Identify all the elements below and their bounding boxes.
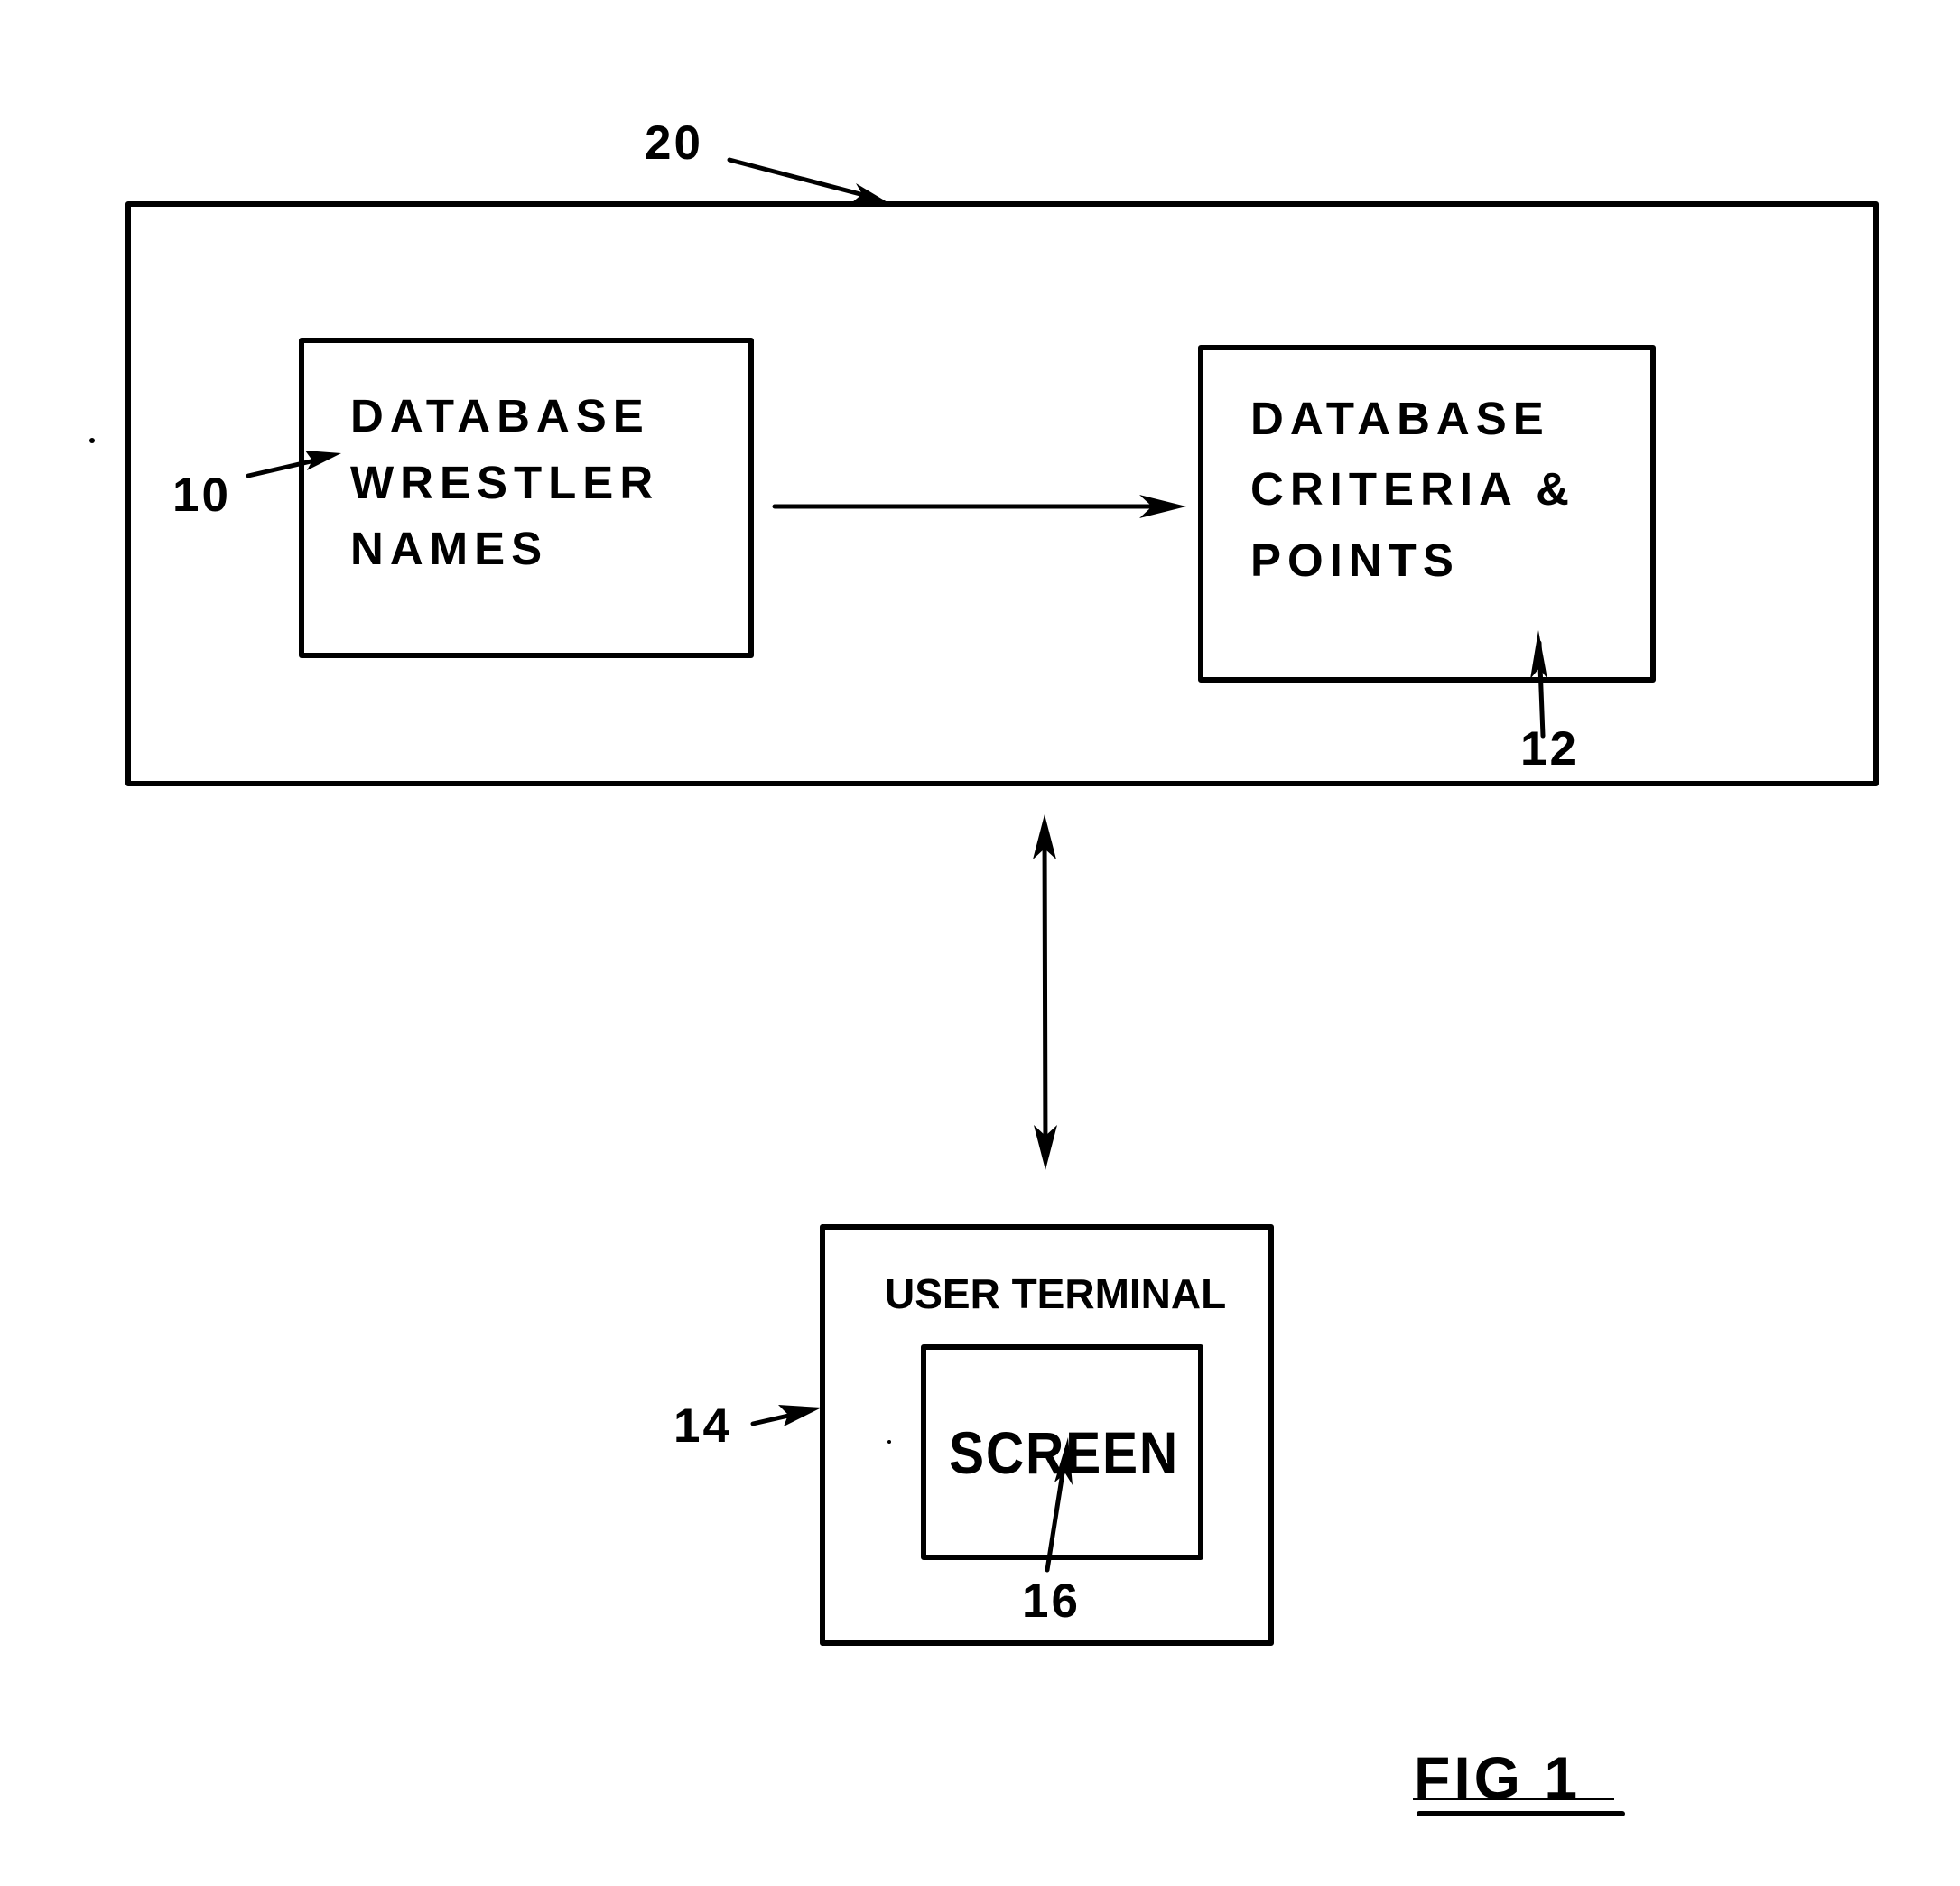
flow-arrow-wrestler-to-criteria [772, 495, 1186, 518]
scan-speck [89, 438, 95, 443]
wrestler-db-line-2: WRESTLER [350, 457, 659, 508]
wrestler-db-line-3: NAMES [350, 523, 548, 574]
ref-label-20: 20 [645, 116, 703, 170]
ref-label-14: 14 [673, 1399, 732, 1453]
user-terminal-label: USER TERMINAL [885, 1270, 1226, 1317]
wrestler-db-line-1: DATABASE [350, 390, 650, 441]
bidirectional-arrow-system-terminal [1033, 814, 1057, 1170]
criteria-db-line-1: DATABASE [1250, 393, 1550, 444]
figure-label: FIG 1 [1414, 1744, 1581, 1811]
leader-arrow-10 [246, 451, 341, 478]
criteria-db-line-3: POINTS [1250, 534, 1460, 586]
ref-label-16: 16 [1022, 1575, 1081, 1628]
leader-arrow-14 [750, 1405, 822, 1426]
ref-label-10: 10 [172, 469, 231, 522]
ref-label-12: 12 [1520, 722, 1579, 776]
leader-arrow-20 [727, 157, 887, 202]
leader-arrow-12 [1530, 630, 1547, 739]
leader-arrow-20-shaft [727, 157, 877, 200]
block-diagram: 20 DATABASE WRESTLER NAMES 10 DATABASE C… [89, 116, 1879, 1816]
criteria-db-line-2: CRITERIA & [1250, 463, 1575, 515]
scan-speck [887, 1440, 891, 1444]
